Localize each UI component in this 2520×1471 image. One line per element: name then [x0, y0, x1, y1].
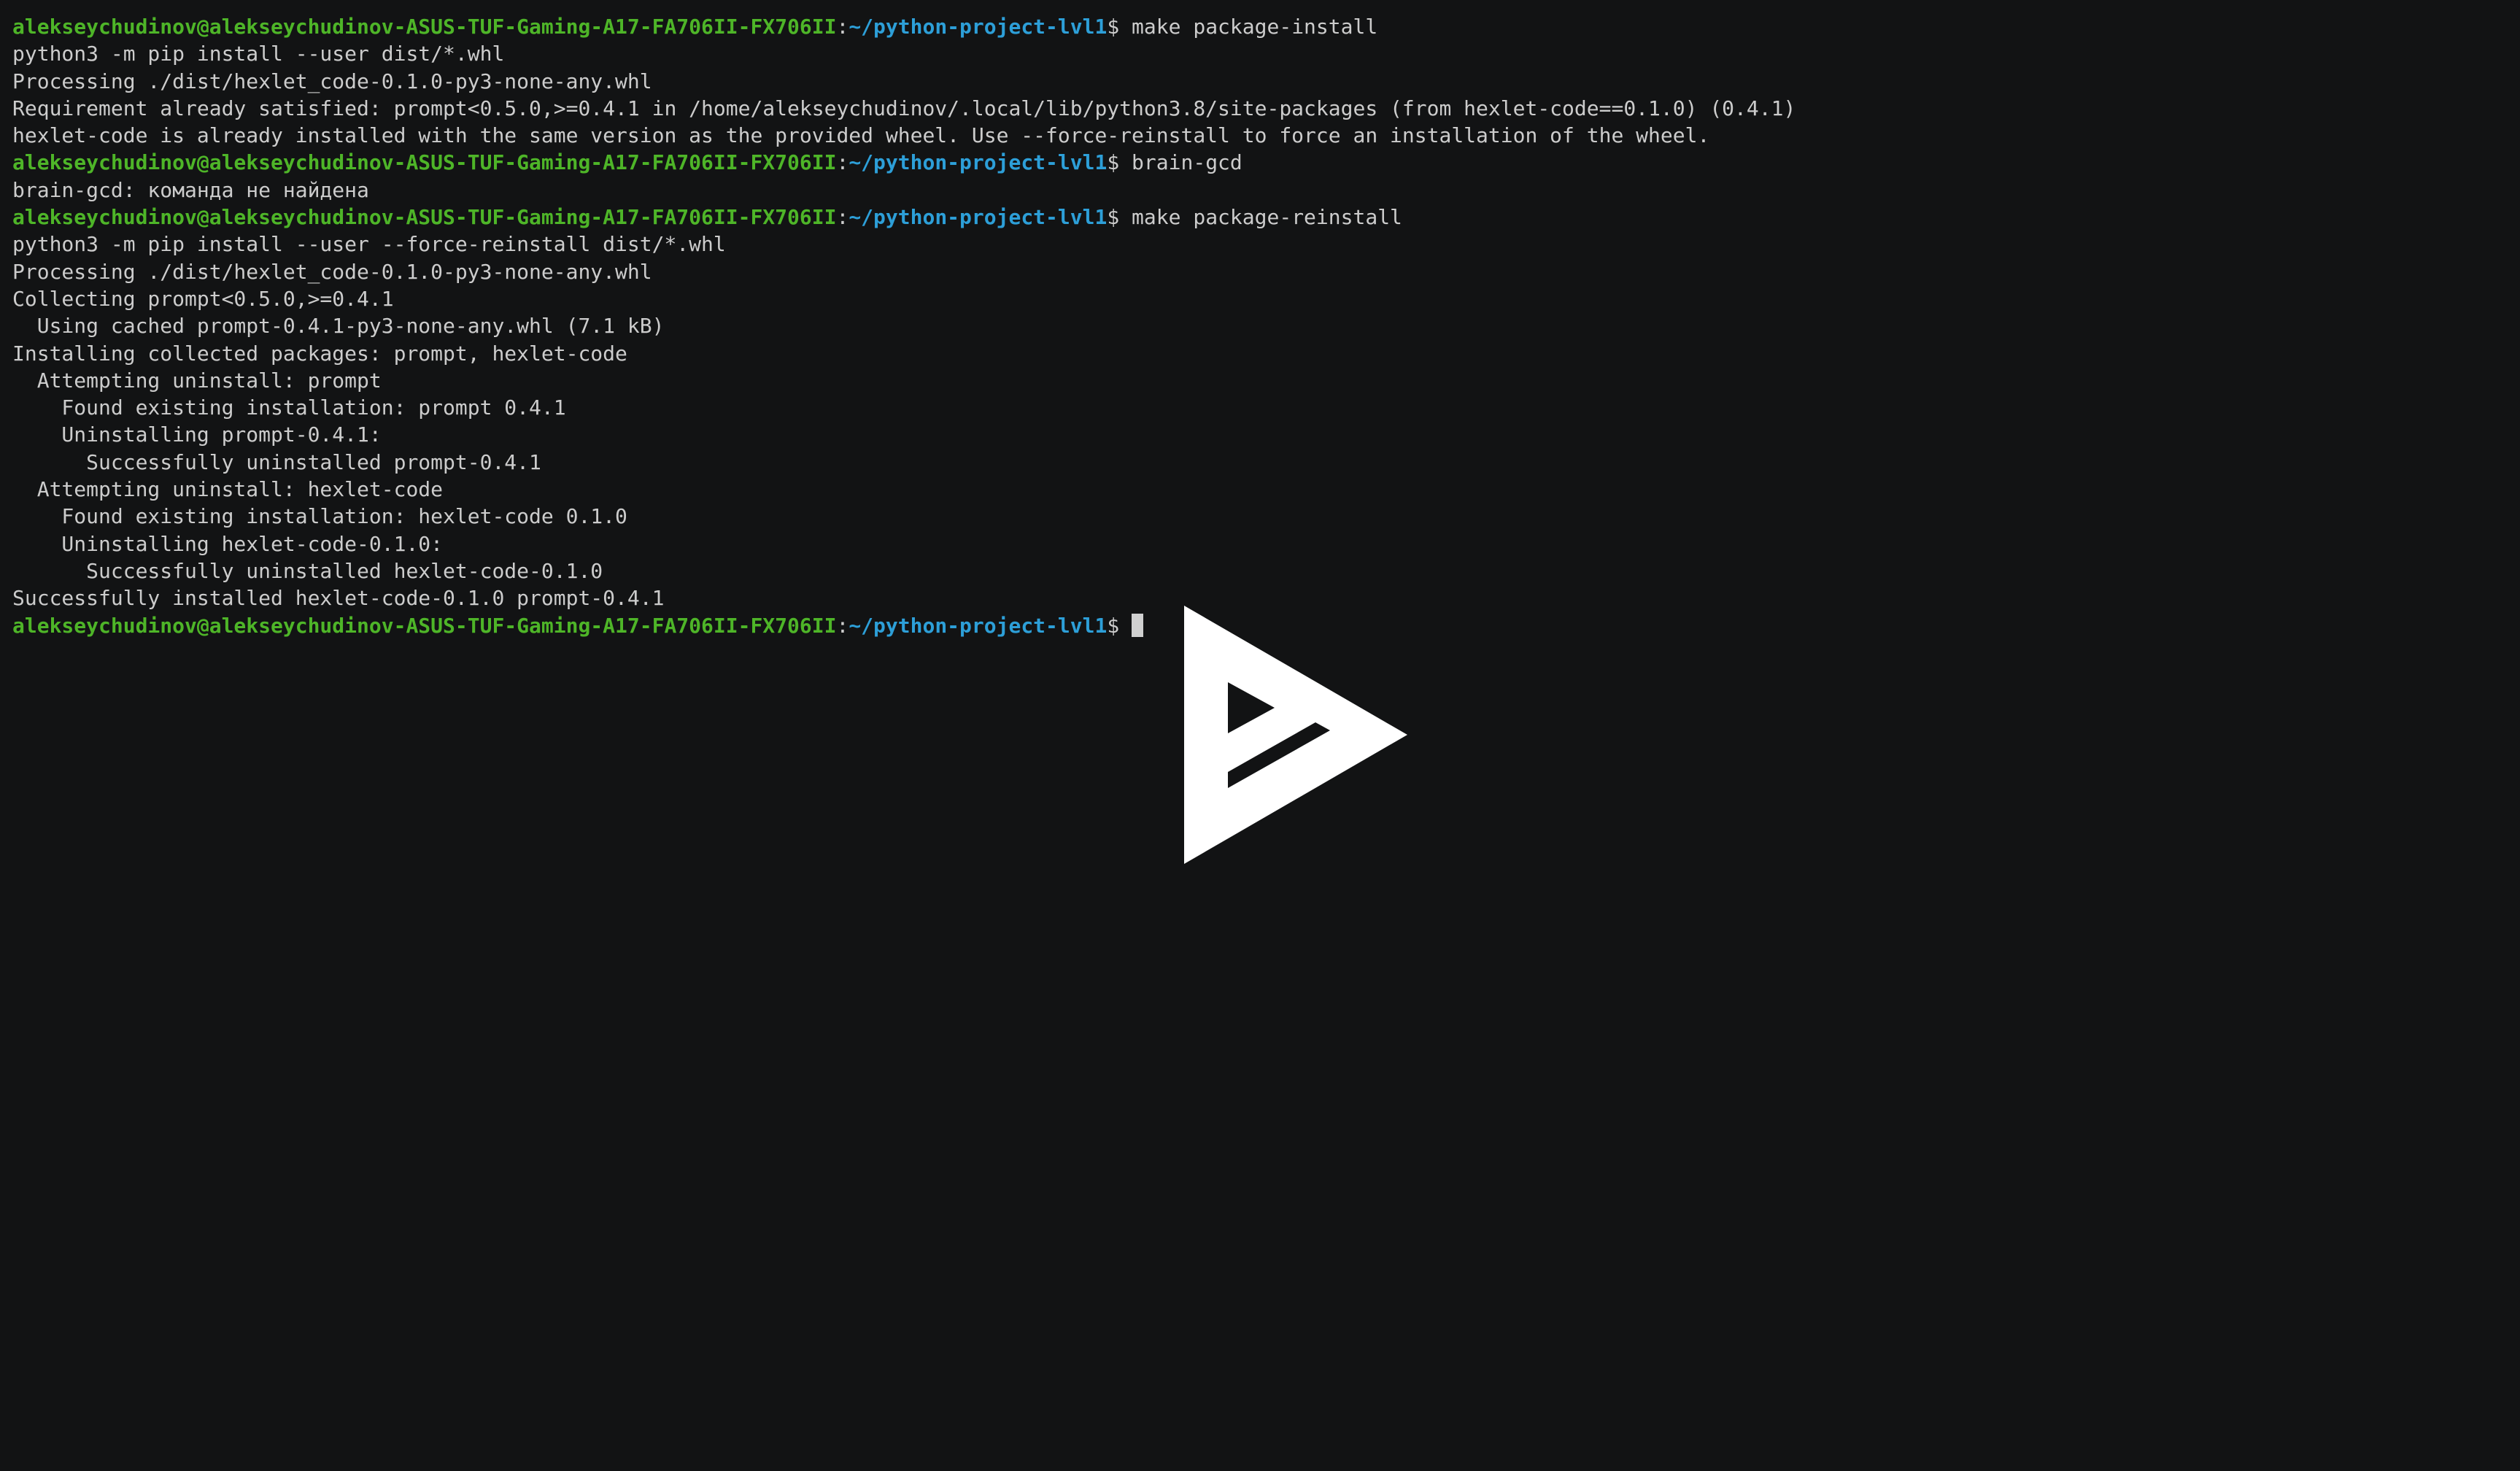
text-cursor	[1132, 613, 1144, 637]
output-line: Found existing installation: prompt 0.4.…	[12, 395, 566, 420]
prompt-user-host: alekseychudinov@alekseychudinov-ASUS-TUF…	[12, 205, 837, 230]
prompt-command: brain-gcd	[1119, 150, 1242, 175]
prompt-user-host: alekseychudinov@alekseychudinov-ASUS-TUF…	[12, 15, 837, 39]
output-line: Uninstalling prompt-0.4.1:	[12, 422, 382, 447]
prompt-colon: :	[836, 205, 849, 230]
output-line: Installing collected packages: prompt, h…	[12, 341, 627, 366]
prompt-user-host: alekseychudinov@alekseychudinov-ASUS-TUF…	[12, 150, 837, 175]
prompt-colon: :	[836, 150, 849, 175]
output-line: Successfully uninstalled hexlet-code-0.1…	[12, 558, 603, 583]
output-line: Successfully uninstalled prompt-0.4.1	[12, 449, 541, 474]
terminal-output[interactable]: alekseychudinov@alekseychudinov-ASUS-TUF…	[12, 13, 2508, 639]
prompt-path: ~/python-project-lvl1	[849, 150, 1108, 175]
output-line: Attempting uninstall: prompt	[12, 368, 382, 393]
prompt-dollar: $	[1107, 205, 1120, 230]
output-line: Requirement already satisfied: prompt<0.…	[12, 96, 1796, 120]
prompt-command	[1119, 614, 1132, 638]
prompt-user-host: alekseychudinov@alekseychudinov-ASUS-TUF…	[12, 613, 837, 638]
output-line: Uninstalling hexlet-code-0.1.0:	[12, 531, 444, 556]
prompt-dollar: $	[1107, 150, 1120, 175]
output-line: Attempting uninstall: hexlet-code	[12, 477, 444, 502]
prompt-path: ~/python-project-lvl1	[849, 613, 1108, 638]
output-line: python3 -m pip install --user --force-re…	[12, 232, 726, 257]
asciinema-play-icon	[1184, 606, 1407, 864]
output-line: python3 -m pip install --user dist/*.whl	[12, 42, 505, 66]
prompt-line: alekseychudinov@alekseychudinov-ASUS-TUF…	[12, 13, 2508, 40]
prompt-colon: :	[836, 613, 849, 638]
prompt-command: make package-reinstall	[1119, 205, 1402, 230]
prompt-line: alekseychudinov@alekseychudinov-ASUS-TUF…	[12, 204, 2508, 231]
prompt-line: alekseychudinov@alekseychudinov-ASUS-TUF…	[12, 149, 2508, 176]
play-button[interactable]	[1184, 606, 1407, 864]
output-line: brain-gcd: команда не найдена	[12, 177, 369, 202]
output-line: Processing ./dist/hexlet_code-0.1.0-py3-…	[12, 259, 652, 284]
prompt-colon: :	[836, 15, 849, 39]
prompt-command: make package-install	[1119, 15, 1378, 39]
output-line: Using cached prompt-0.4.1-py3-none-any.w…	[12, 314, 665, 339]
output-line: hexlet-code is already installed with th…	[12, 123, 1710, 148]
output-line: Collecting prompt<0.5.0,>=0.4.1	[12, 286, 394, 311]
prompt-dollar: $	[1107, 613, 1120, 638]
output-line: Processing ./dist/hexlet_code-0.1.0-py3-…	[12, 69, 652, 93]
prompt-path: ~/python-project-lvl1	[849, 205, 1108, 230]
prompt-dollar: $	[1107, 15, 1120, 39]
prompt-path: ~/python-project-lvl1	[849, 15, 1108, 39]
output-line: Found existing installation: hexlet-code…	[12, 504, 627, 529]
